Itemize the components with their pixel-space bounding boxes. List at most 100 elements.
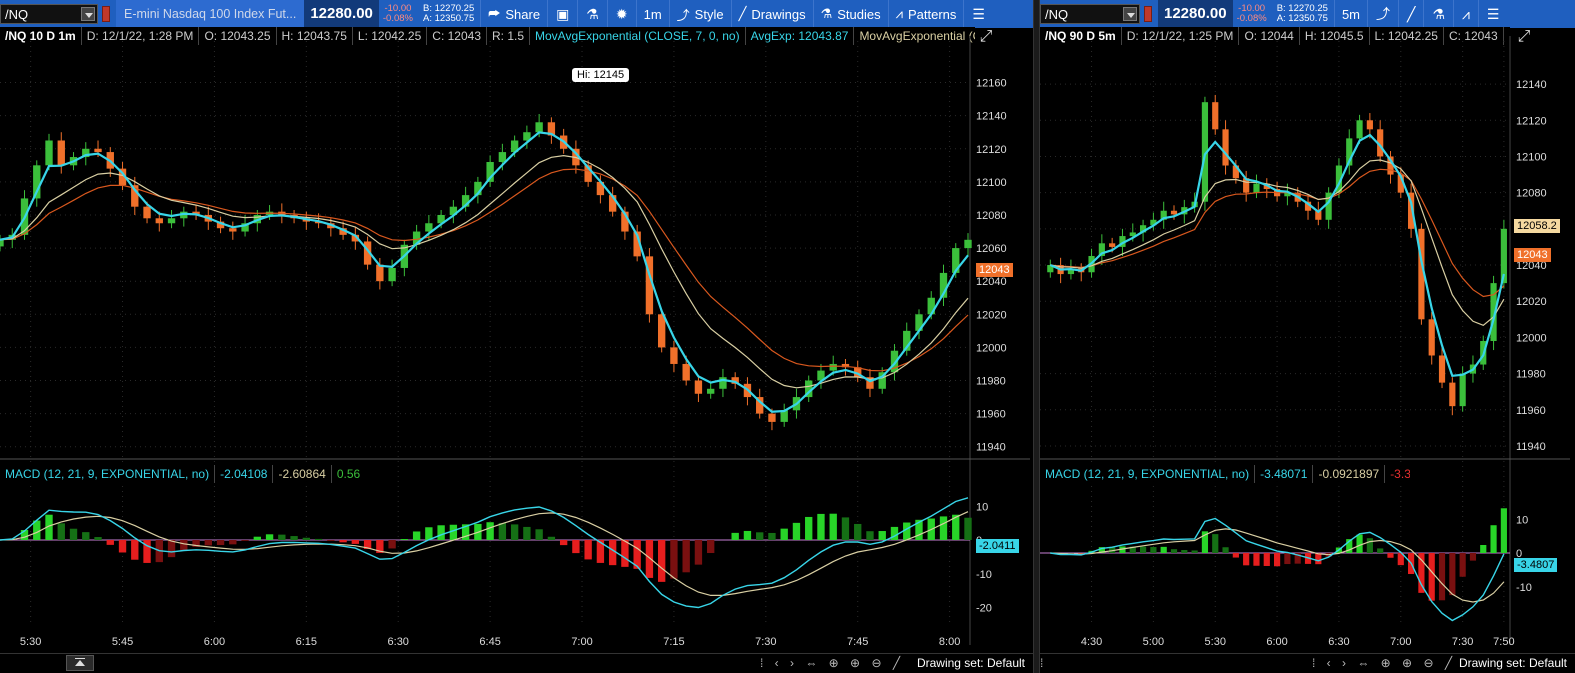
macd-tick-label: -10 [1516,582,1532,594]
macd-histogram-bar [817,513,825,540]
macd-title[interactable]: MACD (12, 21, 9, EXPONENTIAL, no) [1040,465,1256,483]
price-tick-label: 12140 [976,111,1007,123]
macd-histogram-bar [559,540,568,546]
macd-histogram-bar [69,528,78,540]
hi-label: Hi: 12145 [572,68,630,82]
time-tick-label: 6:30 [1328,636,1349,648]
time-tick-label: 7:15 [663,636,684,648]
last-price-tag: 12043 [1514,248,1551,262]
price-tick-label: 12060 [976,243,1007,255]
macd-histogram-bar [1459,553,1466,577]
macd-histogram-bar [1170,549,1178,553]
candle [143,206,151,219]
macd-histogram-bar [939,516,948,540]
left-macd-header: MACD (12, 21, 9, EXPONENTIAL, no) -2.041… [0,465,360,483]
macd-histogram-bar [731,532,739,540]
macd-histogram-bar [241,540,249,541]
price-tick-label: 12100 [976,177,1007,189]
time-tick-label: 7:45 [847,636,868,648]
ema-slow-line [0,168,969,372]
time-tick-label: 5:45 [112,636,133,648]
macd-histogram-bar [1449,553,1456,596]
macd-histogram-bar [57,523,65,540]
candle [707,388,715,394]
candle [670,347,678,364]
expand-up-icon[interactable] [66,655,94,671]
macd-histogram-bar [608,540,617,566]
ema-fast-line [0,131,969,413]
price-tick-label: 12080 [1516,188,1547,200]
macd-histogram-bar [351,540,360,544]
macd-histogram-bar [412,531,421,540]
macd-histogram-bar [82,532,90,540]
price-tick-label: 11960 [1516,405,1546,417]
macd-tick-label: 10 [1516,514,1528,526]
candle [1449,382,1456,407]
macd-histogram-bar [1139,546,1147,553]
macd-histogram-bar [1366,538,1373,553]
macd-histogram-bar [621,540,629,567]
candle [1428,319,1435,356]
macd-histogram-bar [302,537,311,540]
left-chart-pane: /NQ E-mini Nasdaq 100 Index Fut... 12280… [0,0,1033,673]
macd-histogram-bar [1191,550,1198,553]
macd-title[interactable]: MACD (12, 21, 9, EXPONENTIAL, no) [0,465,216,483]
price-tick-label: 11980 [1516,369,1546,381]
pane-handle[interactable]: ⁞ [1040,656,1047,670]
last-price-tag: 12043 [976,263,1013,277]
macd-histogram-bar [854,523,862,540]
macd-histogram-bar [1500,508,1507,553]
candle [167,218,176,224]
macd-histogram-bar [523,526,531,540]
macd-histogram-bar [866,531,874,540]
right-chart-pane: /NQ 12280.00 -10.00 -0.08% B: 12270.25 A… [1040,0,1575,673]
time-tick-label: 8:00 [939,636,960,648]
macd-histogram-bar [1469,553,1477,561]
macd-value: -3.48071 [1255,465,1314,483]
macd-histogram-bar [1160,546,1167,553]
candle [1170,210,1178,215]
macd-histogram-bar [1418,553,1425,593]
time-tick-label: 6:30 [388,636,409,648]
macd-histogram-bar [265,534,274,540]
macd-histogram-bar [1150,547,1157,553]
macd-histogram-bar [1438,553,1446,601]
drawing-set-label[interactable]: Drawing set: Default [917,656,1025,670]
candle [229,228,237,232]
macd-histogram-bar [1212,534,1219,553]
macd-histogram-bar [1377,548,1384,553]
macd-histogram-bar [535,529,543,540]
macd-histogram-bar [1243,553,1250,566]
left-chart-canvas[interactable]: 12160 12140 12120 12100 12080 12060 12040 12020… [0,0,1033,673]
macd-histogram-bar [204,540,212,546]
ema-mid-line [0,154,969,389]
price-tick-label: 12100 [1516,151,1547,163]
candle [45,140,53,166]
macd-histogram-bar [229,540,237,545]
macd-histogram-bar [400,539,409,540]
macd-tick-label: -20 [976,603,992,615]
macd-histogram-bar [339,540,347,543]
macd-histogram-bar [792,522,801,540]
macd-histogram-bar [657,540,666,582]
candle [1212,102,1219,130]
macd-histogram-bar [743,530,752,540]
zoom-controls[interactable]: ⁞ ‹ › ⇔ ⊕ ⊕ ⊖ ╱ [760,656,904,670]
price-tick-label: 12160 [976,78,1007,90]
macd-histogram-bar [707,540,715,554]
macd-histogram-bar [878,531,886,540]
right-chart-canvas[interactable]: 1214012120121001208012060120401202012000… [1040,0,1575,673]
zoom-controls[interactable]: ⁞ ‹ › ⇔ ⊕ ⊕ ⊖ ╱ [1312,656,1456,670]
drawing-set-label[interactable]: Drawing set: Default [1459,656,1567,670]
pane-divider[interactable] [1033,0,1040,673]
price-tick-label: 11940 [976,442,1006,454]
macd-tick-label: 10 [976,501,988,513]
time-tick-label: 7:30 [755,636,776,648]
macd-diff: 0.56756 [332,465,360,483]
macd-histogram-bar [682,540,690,573]
macd-histogram-bar [437,525,445,540]
macd-value-tag: -3.4807 [1514,558,1558,572]
candle [1109,243,1116,247]
price-tick-label: 12120 [1516,115,1547,127]
price-tick-label: 12020 [976,309,1007,321]
